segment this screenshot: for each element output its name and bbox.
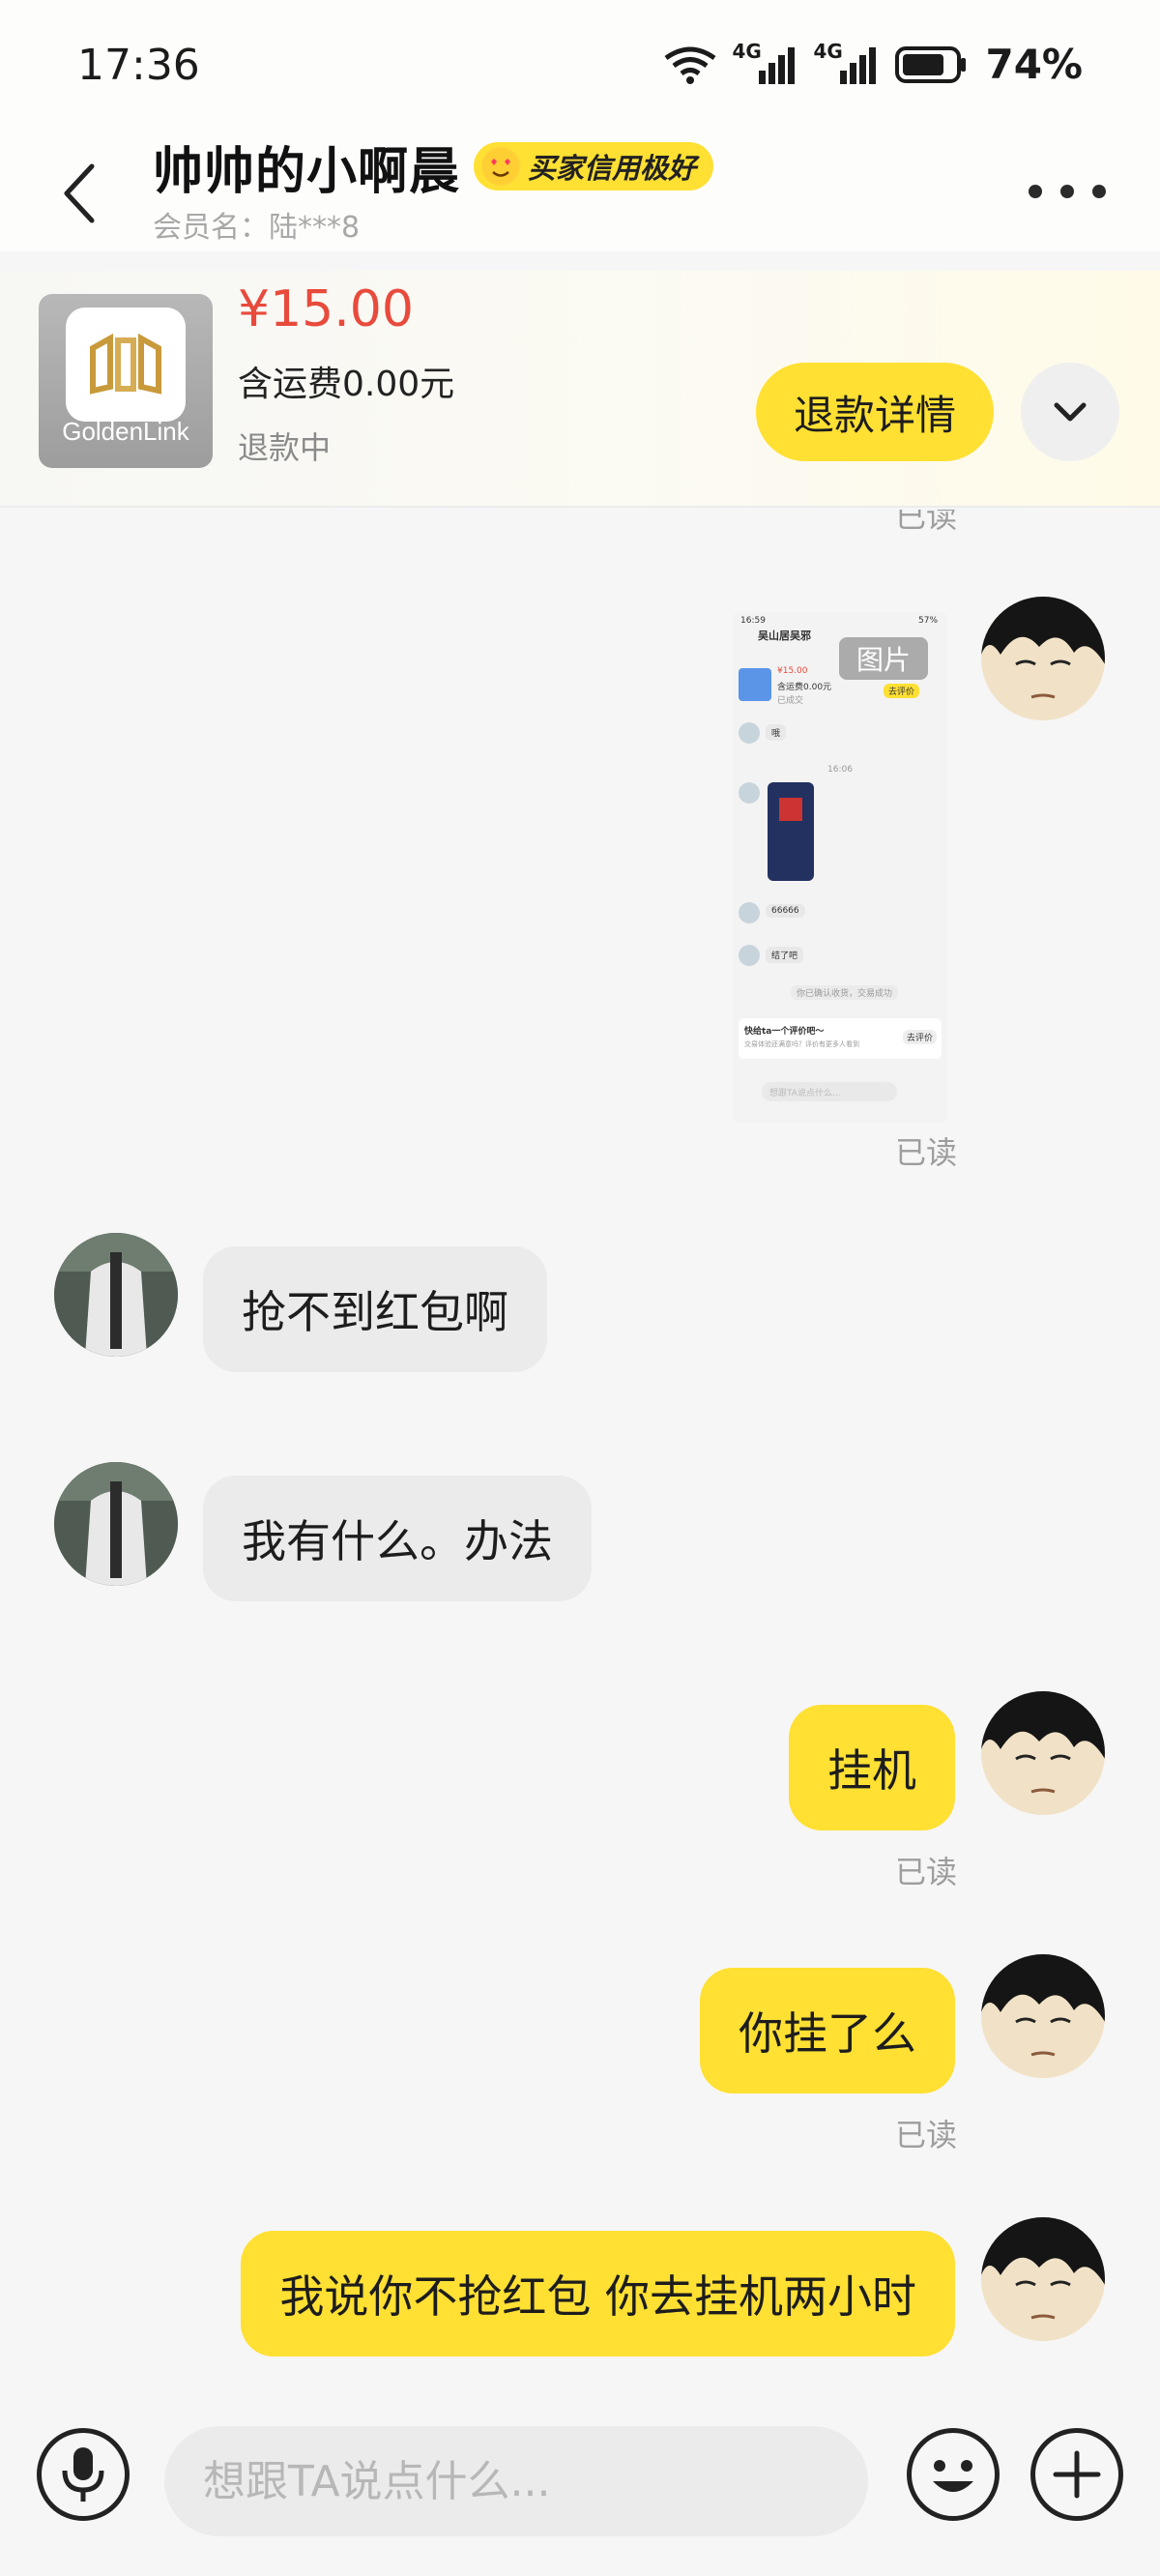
refund-details-button[interactable]: 退款详情 <box>756 363 994 461</box>
product-thumb-text: GoldenLink <box>62 417 189 446</box>
read-status: 已读 <box>895 1854 958 1890</box>
microphone-icon <box>62 2447 104 2502</box>
status-icons: 4G 4G 74% <box>662 40 1083 88</box>
battery-icon <box>895 45 967 83</box>
avatar-illustration-icon <box>981 597 1105 720</box>
status-time: 17:36 <box>77 41 200 90</box>
avatar[interactable] <box>981 2217 1105 2341</box>
order-price: ¥15.00 <box>238 280 414 338</box>
preview-shipping: 含运费0.00元 <box>777 683 832 692</box>
heart-eyes-emoji-icon <box>481 147 521 186</box>
battery-percent: 74% <box>985 41 1083 88</box>
preview-shop: 吴山居吴邪 <box>758 629 811 642</box>
order-card[interactable]: GoldenLink ¥15.00 含运费0.00元 退款中 退款详情 <box>0 271 1160 508</box>
avatar[interactable] <box>981 597 1105 720</box>
message-bubble[interactable]: 挂机 <box>789 1705 955 1830</box>
signal-icon-1: 4G <box>732 40 799 86</box>
title-row: 帅帅的小啊晨 买家信用极好 <box>153 135 714 201</box>
back-button[interactable] <box>46 155 114 232</box>
avatar-illustration-icon <box>981 2217 1105 2341</box>
product-thumbnail[interactable]: GoldenLink <box>39 294 213 468</box>
preview-msg: 哦 <box>766 724 787 741</box>
preview-battery: 57% <box>918 616 939 626</box>
status-bar: 17:36 4G 4G 74% <box>0 0 1160 135</box>
signal-icon-2: 4G <box>813 40 881 86</box>
dot-icon <box>1029 185 1042 198</box>
preview-card-sub: 交易体验还满意吗？评价有更多人看到 <box>744 1040 859 1048</box>
preview-eval: 去评价 <box>884 684 920 698</box>
message-list[interactable]: 已读 16:59 57% 吴山居吴邪 ¥15.00 含运费0.00元 已成交 去… <box>0 510 1160 2378</box>
wifi-icon <box>665 46 716 84</box>
message-input[interactable] <box>164 2426 868 2536</box>
chevron-left-icon <box>64 163 95 223</box>
avatar[interactable] <box>981 1954 1105 2078</box>
message-bubble[interactable]: 抢不到红包啊 <box>203 1246 547 1372</box>
order-status: 退款中 <box>238 429 332 466</box>
smiley-icon <box>933 2460 973 2492</box>
avatar[interactable] <box>54 1233 178 1357</box>
chat-screen: 17:36 4G 4G 74% 帅帅的小啊晨 买家信用极好 会员名：陆***8 … <box>0 0 1160 2576</box>
preview-timestamp: 16:06 <box>827 765 853 775</box>
avatar[interactable] <box>981 1691 1105 1815</box>
image-message[interactable]: 16:59 57% 吴山居吴邪 ¥15.00 含运费0.00元 已成交 去评价 … <box>733 612 947 1123</box>
preview-card-title: 快给ta一个评价吧～ <box>744 1027 825 1037</box>
preview-price: ¥15.00 <box>777 666 808 676</box>
preview-notice: 你已确认收货，交易成功 <box>791 985 899 1000</box>
preview-msg: 结了吧 <box>766 947 804 963</box>
input-bar <box>0 2378 1160 2576</box>
credit-badge: 买家信用极好 <box>474 142 714 190</box>
expand-button[interactable] <box>1021 363 1119 461</box>
goldenlink-logo-icon <box>66 307 186 422</box>
avatar-illustration-icon <box>981 1691 1105 1815</box>
order-shipping: 含运费0.00元 <box>238 365 455 404</box>
read-status: 已读 <box>895 2117 958 2153</box>
message-bubble[interactable]: 我说你不抢红包 你去挂机两小时 <box>241 2231 955 2356</box>
preview-status: 已成交 <box>777 696 804 706</box>
dot-icon <box>1092 185 1106 198</box>
avatar-illustration-icon <box>981 1954 1105 2078</box>
chat-header: 帅帅的小啊晨 买家信用极好 会员名：陆***8 <box>0 135 1160 251</box>
image-badge: 图片 <box>839 637 928 680</box>
read-status: 已读 <box>895 1134 958 1171</box>
preview-msg: 66666 <box>766 904 805 918</box>
preview-time: 16:59 <box>740 616 766 626</box>
avatar[interactable] <box>54 1462 178 1586</box>
member-name: 会员名：陆***8 <box>153 211 361 245</box>
read-status: 已读 <box>895 510 958 535</box>
message-bubble[interactable]: 你挂了么 <box>700 1968 955 2093</box>
avatar-photo-icon <box>54 1233 178 1357</box>
plus-icon <box>1053 2450 1101 2499</box>
chevron-down-icon <box>1054 402 1087 422</box>
contact-name: 帅帅的小啊晨 <box>153 142 461 201</box>
dot-icon <box>1060 185 1074 198</box>
voice-button[interactable] <box>37 2428 130 2521</box>
preview-placeholder: 想跟TA说点什么... <box>769 1089 841 1098</box>
avatar-photo-icon <box>54 1462 178 1586</box>
preview-card-btn: 去评价 <box>903 1030 938 1044</box>
more-actions-button[interactable] <box>1030 2428 1123 2521</box>
emoji-button[interactable] <box>907 2428 1000 2521</box>
more-button[interactable] <box>1029 172 1106 211</box>
message-bubble[interactable]: 我有什么。办法 <box>203 1476 592 1601</box>
credit-text: 买家信用极好 <box>528 152 697 185</box>
